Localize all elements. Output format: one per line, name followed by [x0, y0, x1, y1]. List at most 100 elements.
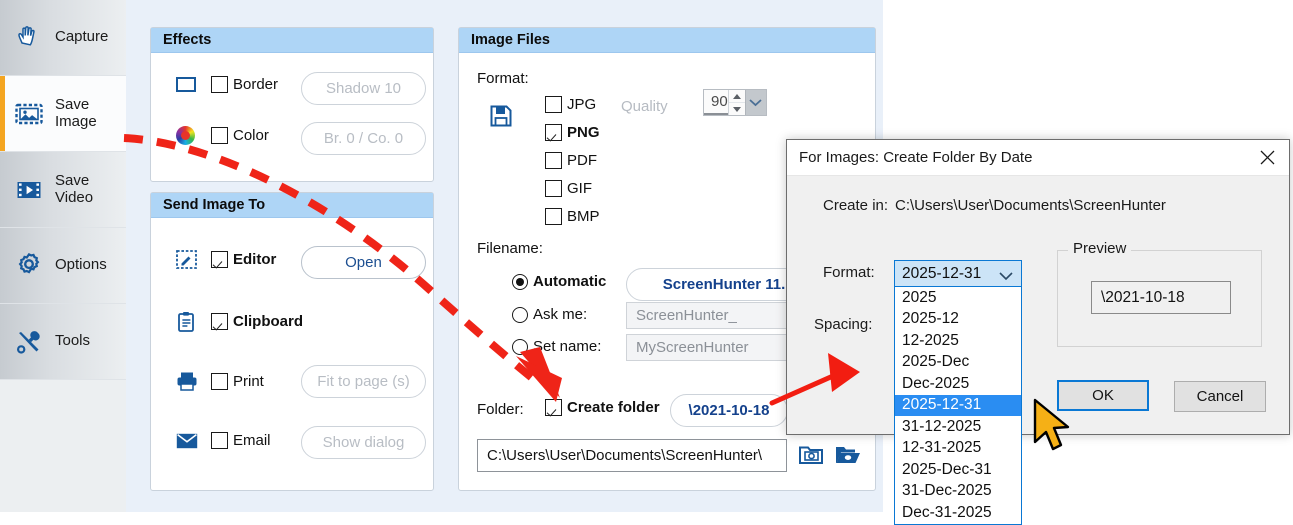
date-format-option[interactable]: 31-Dec-2025 [895, 481, 1021, 503]
editor-open-button[interactable]: Open [301, 246, 426, 279]
filename-askme-radio[interactable] [512, 306, 528, 323]
print-label: Print [233, 372, 264, 390]
effects-border-row: Border [176, 76, 278, 93]
ok-button[interactable]: OK [1057, 380, 1149, 411]
send-image-to-panel: Send Image To Editor Open Clipboard Prin… [150, 192, 434, 491]
png-label: PNG [567, 124, 600, 141]
gif-checkbox[interactable] [545, 180, 562, 197]
folder-open-image-icon[interactable] [835, 444, 860, 465]
sidebar-item-save-video[interactable]: Save Video [0, 152, 126, 228]
create-folder-label: Create folder [567, 399, 660, 416]
save-path-input[interactable]: C:\Users\User\Documents\ScreenHunter\ [477, 439, 787, 472]
sidebar-item-label: Capture [55, 28, 109, 46]
date-format-option[interactable]: 12-31-2025 [895, 438, 1021, 460]
chevron-down-icon [999, 268, 1013, 286]
filename-label: Filename: [477, 240, 543, 257]
filename-row-automatic: Automatic [512, 273, 606, 290]
date-format-option[interactable]: 2025-12 [895, 309, 1021, 331]
border-icon [176, 77, 196, 92]
pdf-checkbox[interactable] [545, 152, 562, 169]
date-format-option[interactable]: 2025 [895, 287, 1021, 309]
filename-row-setname: Set name: [512, 338, 601, 355]
quality-up-button[interactable] [728, 90, 745, 103]
folder-label: Folder: [477, 401, 524, 418]
format-row-jpg: JPG [545, 96, 596, 113]
effects-panel-title: Effects [151, 28, 433, 53]
create-folder-row: Create folder [545, 399, 660, 416]
print-checkbox[interactable] [211, 372, 228, 390]
clipboard-icon [176, 311, 197, 332]
date-format-dropdown-list[interactable]: 2025 2025-12 12-2025 2025-Dec Dec-2025 2025-1… [894, 287, 1022, 525]
send-image-to-title: Send Image To [151, 193, 433, 218]
dialog-format-label: Format: [823, 264, 875, 281]
date-format-combobox-value: 2025-12-31 [902, 264, 982, 282]
quality-value[interactable]: 90 [704, 90, 728, 115]
border-checkbox[interactable] [211, 76, 228, 93]
gear-icon [14, 251, 44, 281]
jpg-checkbox[interactable] [545, 96, 562, 113]
effects-color-row: Color [176, 126, 269, 145]
gif-label: GIF [567, 180, 592, 197]
clipboard-checkbox[interactable] [211, 313, 228, 330]
quality-down-button[interactable] [729, 103, 745, 115]
bmp-checkbox[interactable] [545, 208, 562, 225]
date-format-option[interactable]: 12-2025 [895, 330, 1021, 352]
floppy-disk-icon [490, 105, 512, 127]
sidebar-item-save-image[interactable]: Save Image [0, 76, 126, 152]
date-format-option[interactable]: 2025-Dec-31 [895, 459, 1021, 481]
color-label: Color [233, 127, 269, 144]
quality-stepper[interactable]: 90 [703, 89, 767, 116]
color-checkbox[interactable] [211, 127, 228, 144]
close-icon[interactable] [1245, 140, 1289, 175]
quality-arrows[interactable] [727, 90, 745, 115]
sidebar-item-tools[interactable]: Tools [0, 304, 126, 380]
date-format-option[interactable]: Dec-2025 [895, 373, 1021, 395]
create-folder-by-date-dialog: For Images: Create Folder By Date Create… [786, 139, 1290, 525]
filename-automatic-radio[interactable] [512, 273, 528, 290]
dialog-spacing-label: Spacing: [814, 316, 873, 333]
filename-setname-radio[interactable] [512, 338, 528, 355]
create-in-path: C:\Users\User\Documents\ScreenHunter [895, 197, 1166, 214]
preview-value: \2021-10-18 [1091, 281, 1231, 314]
shadow-button[interactable]: Shadow 10 [301, 72, 426, 105]
hand-icon [14, 23, 44, 53]
date-format-option[interactable]: 2025-Dec [895, 352, 1021, 374]
date-format-option[interactable]: 2025-12-31 [895, 394, 1021, 416]
filename-askme-label: Ask me: [533, 306, 588, 323]
sidebar-item-options[interactable]: Options [0, 228, 126, 304]
screenhunter-window: Capture Save Image Save Video Options To… [0, 0, 883, 512]
print-fit-to-page-button[interactable]: Fit to page (s) [301, 365, 426, 398]
date-format-combobox[interactable]: 2025-12-31 [894, 260, 1022, 287]
sidebar: Capture Save Image Save Video Options To… [0, 0, 126, 512]
email-checkbox[interactable] [211, 432, 228, 449]
brightness-contrast-button[interactable]: Br. 0 / Co. 0 [301, 122, 426, 155]
email-show-dialog-button[interactable]: Show dialog [301, 426, 426, 459]
create-folder-checkbox[interactable] [545, 399, 562, 416]
sidebar-item-label: Save Video [55, 171, 94, 206]
email-label: Email [233, 432, 271, 449]
filename-row-askme: Ask me: [512, 306, 587, 323]
filename-automatic-label: Automatic [533, 273, 607, 290]
date-format-option[interactable]: 31-12-2025 [895, 416, 1021, 438]
format-row-bmp: BMP [545, 208, 600, 225]
sidebar-item-label: Save Image [55, 95, 97, 130]
sidebar-item-label: Options [55, 256, 107, 274]
bmp-label: BMP [567, 208, 600, 225]
color-wheel-icon [176, 126, 195, 145]
quality-label: Quality [621, 98, 668, 115]
filename-setname-label: Set name: [533, 338, 602, 355]
editor-label: Editor [233, 251, 277, 268]
format-row-gif: GIF [545, 180, 592, 197]
create-folder-date-button[interactable]: \2021-10-18 [670, 394, 788, 427]
date-format-option[interactable]: Dec-31-2025 [895, 502, 1021, 524]
folder-camera-icon[interactable] [799, 444, 823, 465]
send-row-print: Print [176, 371, 264, 391]
sidebar-item-capture[interactable]: Capture [0, 0, 126, 76]
envelope-icon [176, 433, 198, 449]
cancel-button[interactable]: Cancel [1174, 381, 1266, 412]
dialog-title-bar: For Images: Create Folder By Date [787, 140, 1289, 176]
picture-icon [14, 99, 44, 129]
png-checkbox[interactable] [545, 124, 562, 141]
editor-checkbox[interactable] [211, 251, 228, 268]
quality-dropdown-button[interactable] [744, 90, 766, 115]
